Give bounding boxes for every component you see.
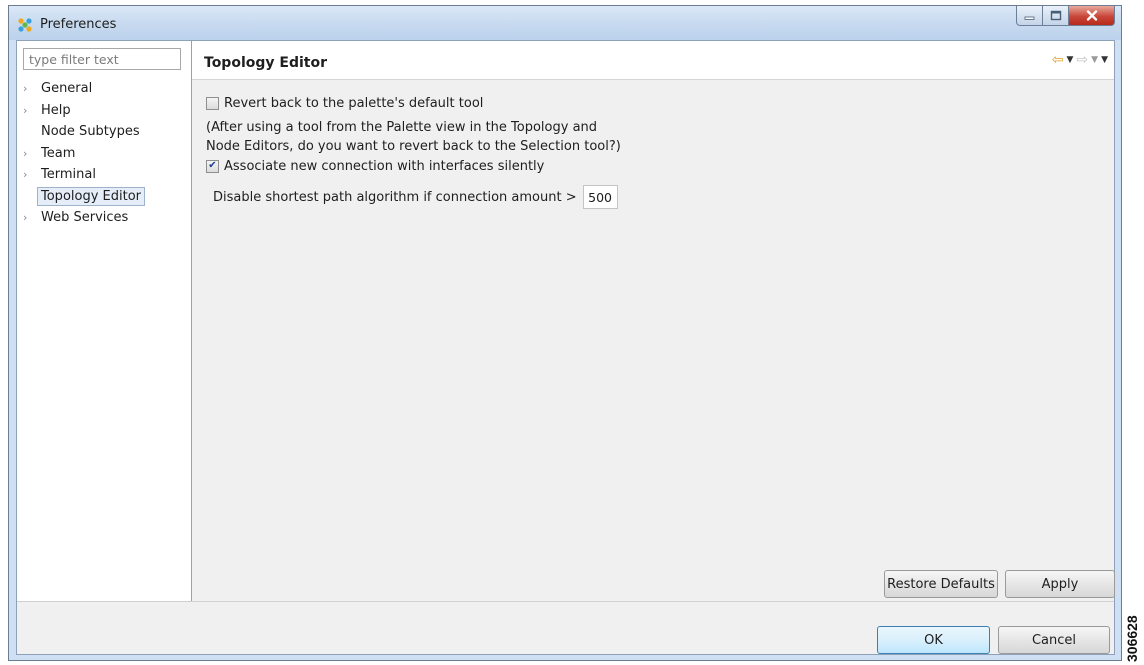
associate-option[interactable]: ✔ Associate new connection with interfac… [206, 156, 1104, 176]
dialog-button-bar: OK Cancel [17, 601, 1114, 654]
shortest-path-label: Disable shortest path algorithm if conne… [213, 189, 577, 205]
expand-chevron-icon[interactable]: › [23, 211, 37, 224]
tree-item-label: Topology Editor [37, 186, 146, 206]
forward-dropdown-icon[interactable]: ▼ [1091, 55, 1098, 65]
back-dropdown-icon[interactable]: ▼ [1067, 55, 1074, 65]
preferences-window: Preferences › General › Help [8, 5, 1122, 661]
tree-item-topology-editor[interactable]: Topology Editor [23, 186, 146, 208]
tree-item-label: General [41, 81, 93, 97]
ok-button[interactable]: OK [877, 626, 990, 654]
view-menu-icon[interactable]: ▼ [1101, 55, 1108, 65]
associate-checkbox[interactable]: ✔ [206, 159, 219, 173]
close-icon [1086, 10, 1097, 21]
preference-tree: › General › Help Node Subtypes › Team › [23, 78, 146, 229]
tree-item-label: Web Services [41, 210, 129, 226]
expand-chevron-icon[interactable]: › [23, 104, 37, 117]
revert-note-line-2: Node Editors, do you want to revert back… [206, 139, 621, 154]
window-title: Preferences [40, 17, 117, 32]
cancel-button[interactable]: Cancel [998, 626, 1110, 654]
figure-id: 306628 [1124, 615, 1140, 662]
connection-amount-input[interactable]: 500 [582, 185, 618, 209]
preference-tree-pane: › General › Help Node Subtypes › Team › [17, 41, 192, 601]
preference-page-pane: Topology Editor ⇦ ▼ ⇨ ▼ ▼ Revert back to… [192, 41, 1115, 601]
tree-item-team[interactable]: › Team [23, 143, 145, 165]
page-content: Revert back to the palette's default too… [206, 93, 1104, 176]
revert-checkbox[interactable] [206, 96, 219, 110]
close-button[interactable] [1069, 6, 1115, 26]
eclipse-preferences-icon [18, 18, 32, 32]
revert-option[interactable]: Revert back to the palette's default too… [206, 93, 1104, 113]
expand-chevron-icon[interactable]: › [23, 168, 37, 181]
tree-item-label: Team [41, 145, 76, 161]
title-bar[interactable]: Preferences [9, 6, 1121, 40]
tree-item-label: Help [41, 102, 71, 118]
page-header: Topology Editor ⇦ ▼ ⇨ ▼ ▼ [192, 41, 1114, 80]
page-navigation-tools: ⇦ ▼ ⇨ ▼ ▼ [1052, 52, 1108, 68]
tree-item-web-services[interactable]: › Web Services [23, 207, 145, 229]
page-title: Topology Editor [204, 55, 327, 71]
tree-item-general[interactable]: › General [23, 78, 145, 100]
revert-note-line-1: (After using a tool from the Palette vie… [206, 120, 598, 135]
expand-chevron-icon[interactable]: › [23, 82, 37, 95]
shortest-path-row: Disable shortest path algorithm if conne… [213, 185, 618, 209]
associate-checkbox-label: Associate new connection with interfaces… [224, 158, 545, 174]
apply-button[interactable]: Apply [1005, 570, 1115, 598]
maximize-icon [1050, 10, 1061, 21]
dialog-client-area: › General › Help Node Subtypes › Team › [16, 40, 1115, 655]
tree-item-help[interactable]: › Help [23, 100, 145, 122]
minimize-button[interactable] [1016, 6, 1043, 26]
filter-input[interactable] [23, 48, 181, 70]
minimize-icon [1024, 16, 1035, 20]
tree-item-node-subtypes[interactable]: Node Subtypes [23, 121, 145, 143]
tree-item-label: Node Subtypes [41, 124, 140, 140]
expand-chevron-icon[interactable]: › [23, 147, 37, 160]
restore-defaults-button[interactable]: Restore Defaults [884, 570, 998, 598]
maximize-button[interactable] [1043, 6, 1069, 26]
window-controls [1016, 6, 1115, 28]
revert-note: (After using a tool from the Palette vie… [206, 118, 1104, 156]
revert-checkbox-label: Revert back to the palette's default too… [224, 95, 484, 111]
tree-item-label: Terminal [41, 167, 96, 183]
forward-arrow-icon[interactable]: ⇨ [1076, 52, 1088, 68]
tree-item-terminal[interactable]: › Terminal [23, 164, 145, 186]
back-arrow-icon[interactable]: ⇦ [1052, 52, 1064, 68]
